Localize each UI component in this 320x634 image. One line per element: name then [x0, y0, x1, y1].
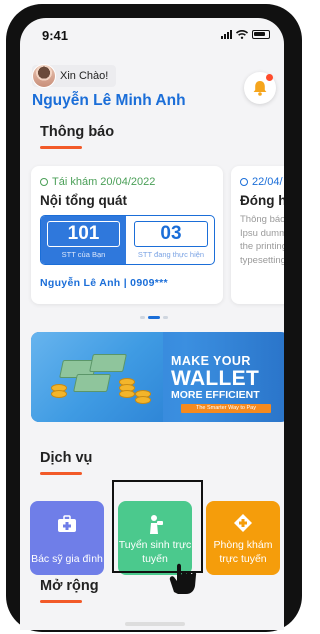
ticket-number: 101 [47, 221, 120, 247]
current-caption: STT đang thực hiện [137, 250, 205, 259]
notification-card[interactable]: Tái khám 20/04/2022 Nội tổng quát 101 ST… [31, 166, 223, 304]
pager-dot-active[interactable] [148, 316, 160, 319]
banner-line3: MORE EFFICIENT [171, 389, 260, 401]
wifi-icon [236, 30, 248, 39]
coin-icon [135, 396, 151, 404]
banner-tagline: The Smarter Way to Pay [181, 404, 271, 413]
status-dot-icon [240, 178, 248, 186]
signal-icon [221, 30, 232, 39]
card-date: Tái khám 20/04/2022 [40, 176, 155, 188]
service-online-clinic[interactable]: Phòng khám trực tuyến [206, 501, 280, 575]
service-family-doctor[interactable]: Bác sỹ gia đình [30, 501, 104, 575]
pager-dot[interactable] [140, 316, 145, 319]
section-underline [40, 472, 82, 475]
clinic-icon [234, 514, 252, 532]
ticket-box: 101 STT của Bạn 03 STT đang thực hiện [40, 215, 215, 265]
hand-cursor-icon [169, 563, 197, 594]
status-time: 9:41 [42, 28, 69, 43]
notification-card[interactable]: 22/04/ Đóng họ Thông báo Lorem Ipsu dumm… [231, 166, 284, 304]
service-label: Bác sỹ gia đình [31, 553, 103, 565]
status-icons [221, 30, 270, 39]
coin-icon [119, 390, 135, 398]
app-screen: 9:41 Xin Chào! Nguyễn Lê Minh Anh Thông … [20, 18, 284, 630]
card-date: 22/04/ [240, 176, 283, 188]
ticket-caption: STT của Bạn [61, 250, 106, 259]
pager-dot[interactable] [163, 316, 168, 319]
section-title-notifications: Thông báo [40, 124, 115, 140]
banner-line1: MAKE YOUR [171, 354, 251, 368]
greeting-text: Xin Chào! [60, 70, 109, 82]
status-dot-icon [40, 178, 48, 186]
carousel-pager [140, 316, 168, 319]
card-date-text: Tái khám 20/04/2022 [52, 176, 156, 188]
status-bar: 9:41 [20, 18, 284, 54]
notification-button[interactable] [244, 72, 276, 104]
current-number: 03 [134, 221, 208, 247]
card-description: Thông báo Lorem Ipsu dummy tex the print… [240, 214, 284, 266]
notification-dot [266, 74, 273, 81]
cash-icon [73, 374, 111, 392]
medical-kit-icon [58, 515, 76, 532]
service-label: Phòng khám trực tuyến [213, 539, 273, 565]
cash-icon [89, 354, 127, 372]
section-title-services: Dịch vụ [40, 450, 93, 466]
section-underline [40, 600, 82, 603]
bell-icon [253, 81, 267, 96]
card-patient: Nguyễn Lê Anh | 0909*** [40, 277, 168, 289]
card-date-text: 22/04/ [252, 176, 283, 188]
card-heading: Nội tổng quát [40, 193, 127, 208]
banner-line2: WALLET [171, 367, 260, 390]
avatar[interactable] [32, 64, 56, 88]
home-indicator [125, 622, 185, 626]
card-heading: Đóng họ [240, 193, 284, 208]
user-name: Nguyễn Lê Minh Anh [32, 92, 186, 109]
promo-banner[interactable]: MAKE YOUR WALLET MORE EFFICIENT The Smar… [31, 332, 284, 422]
coin-icon [51, 390, 67, 398]
section-underline [40, 146, 82, 149]
section-title-extended: Mở rộng [40, 578, 99, 594]
battery-icon [252, 30, 270, 39]
